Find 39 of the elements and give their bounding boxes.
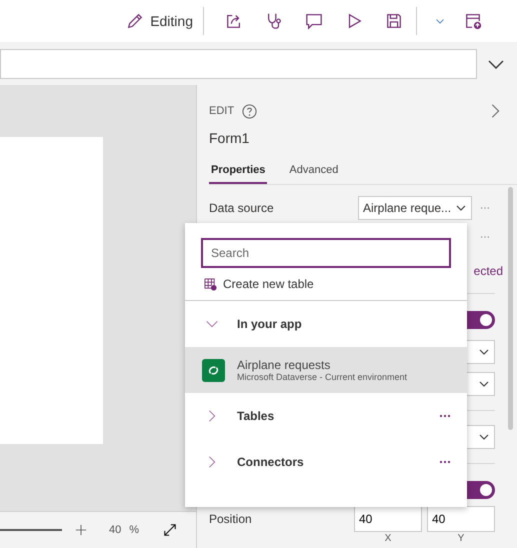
x-field[interactable]: 40 <box>354 506 422 532</box>
editing-button[interactable]: Editing <box>126 12 193 30</box>
group-header[interactable]: Connectors <box>185 439 467 485</box>
more-icon[interactable] <box>480 206 490 210</box>
dropdown[interactable]: Airplane reque... <box>358 196 472 220</box>
group-header[interactable]: In your app <box>185 301 467 347</box>
more-icon <box>439 460 451 464</box>
data-source-item[interactable]: Airplane requests Microsoft Dataverse - Current environment <box>185 347 467 393</box>
expand-icon[interactable] <box>163 523 178 537</box>
comment-icon[interactable] <box>305 12 323 30</box>
property-label: Position <box>209 512 252 526</box>
axis-label: X <box>384 533 392 544</box>
share-icon[interactable] <box>225 12 243 30</box>
database-icon <box>202 358 225 382</box>
formula-field[interactable] <box>0 48 477 78</box>
more-icon[interactable] <box>480 235 490 239</box>
pencil-icon <box>126 12 144 30</box>
more-icon <box>439 414 451 418</box>
publish-icon[interactable] <box>464 12 482 30</box>
plus-icon[interactable] <box>75 524 87 536</box>
scrollbar[interactable] <box>508 187 513 430</box>
zoom-value: 40 <box>109 524 122 536</box>
y-field[interactable]: 40 <box>427 506 495 532</box>
chevron-right-icon[interactable] <box>489 102 501 120</box>
axis-label: Y <box>458 533 464 544</box>
save-icon[interactable] <box>385 12 403 30</box>
create-table-button[interactable]: Create new table <box>204 277 467 291</box>
tab[interactable]: Advanced <box>287 162 340 184</box>
stethoscope-icon[interactable] <box>265 12 283 30</box>
tab[interactable]: Properties <box>209 162 268 184</box>
section-title: EDIT <box>209 105 234 117</box>
zoom-unit: % <box>129 524 140 536</box>
status-text: ected <box>474 264 503 278</box>
group-header[interactable]: Tables <box>185 393 467 439</box>
property-label: Data source <box>209 201 274 215</box>
search-field[interactable]: Search <box>201 238 451 268</box>
control-name: Form1 <box>209 130 250 146</box>
help-icon[interactable] <box>242 104 258 118</box>
table-add-icon <box>204 278 217 290</box>
